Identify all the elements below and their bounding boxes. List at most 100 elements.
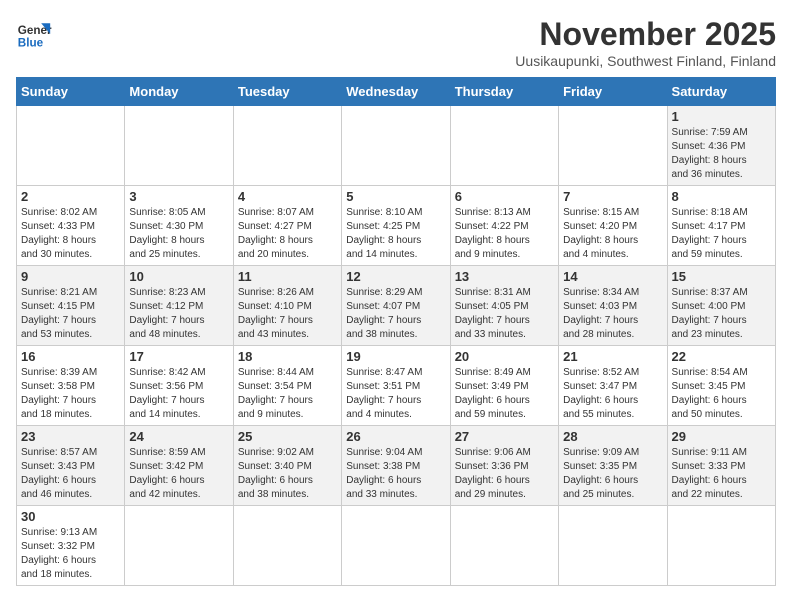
day-info: Sunrise: 8:15 AM Sunset: 4:20 PM Dayligh… [563,206,662,262]
day-info: Sunrise: 8:26 AM Sunset: 4:10 PM Dayligh… [238,286,337,342]
day-info: Sunrise: 8:54 AM Sunset: 3:45 PM Dayligh… [672,366,771,422]
logo: General Blue [16,16,52,52]
day-number: 4 [238,189,337,204]
calendar-week-row: 16 Sunrise: 8:39 AM Sunset: 3:58 PM Dayli… [17,346,776,426]
calendar-cell: 2Sunrise: 8:02 AM Sunset: 4:33 PM Daylig… [17,186,125,266]
calendar-table: SundayMondayTuesdayWednesdayThursdayFrid… [16,77,776,586]
calendar-week-row: 9Sunrise: 8:21 AM Sunset: 4:15 PM Daylig… [17,266,776,346]
calendar-cell: 26 Sunrise: 9:04 AM Sunset: 3:38 PM Dayli… [342,426,450,506]
day-info: Sunrise: 8:57 AM Sunset: 3:43 PM Dayligh… [21,446,120,502]
calendar-cell: 25Sunrise: 9:02 AM Sunset: 3:40 PM Dayli… [233,426,341,506]
day-number: 11 [238,269,337,284]
logo-icon: General Blue [16,16,52,52]
calendar-cell: 12 Sunrise: 8:29 AM Sunset: 4:07 PM Dayli… [342,266,450,346]
day-number: 9 [21,269,120,284]
calendar-cell [233,506,341,586]
calendar-cell: 20Sunrise: 8:49 AM Sunset: 3:49 PM Dayli… [450,346,558,426]
day-info: Sunrise: 9:06 AM Sunset: 3:36 PM Dayligh… [455,446,554,502]
day-number: 21 [563,349,662,364]
calendar-cell: 4Sunrise: 8:07 AM Sunset: 4:27 PM Daylig… [233,186,341,266]
day-info: Sunrise: 9:13 AM Sunset: 3:32 PM Dayligh… [21,526,120,582]
day-number: 27 [455,429,554,444]
calendar-cell: 19 Sunrise: 8:47 AM Sunset: 3:51 PM Dayli… [342,346,450,426]
weekday-header: Friday [559,78,667,106]
header: General Blue November 2025 Uusikaupunki,… [16,16,776,69]
day-number: 7 [563,189,662,204]
day-number: 2 [21,189,120,204]
day-info: Sunrise: 8:37 AM Sunset: 4:00 PM Dayligh… [672,286,771,342]
day-number: 5 [346,189,445,204]
calendar-cell: 13Sunrise: 8:31 AM Sunset: 4:05 PM Dayli… [450,266,558,346]
calendar-cell: 3 Sunrise: 8:05 AM Sunset: 4:30 PM Daylig… [125,186,233,266]
day-info: Sunrise: 7:59 AM Sunset: 4:36 PM Dayligh… [672,126,771,182]
day-info: Sunrise: 8:05 AM Sunset: 4:30 PM Dayligh… [129,206,228,262]
day-number: 3 [129,189,228,204]
day-number: 22 [672,349,771,364]
calendar-cell: 27 Sunrise: 9:06 AM Sunset: 3:36 PM Dayli… [450,426,558,506]
calendar-cell [342,106,450,186]
calendar-cell: 23 Sunrise: 8:57 AM Sunset: 3:43 PM Dayli… [17,426,125,506]
calendar-cell: 16 Sunrise: 8:39 AM Sunset: 3:58 PM Dayli… [17,346,125,426]
calendar-cell: 29 Sunrise: 9:11 AM Sunset: 3:33 PM Dayli… [667,426,775,506]
day-info: Sunrise: 8:29 AM Sunset: 4:07 PM Dayligh… [346,286,445,342]
day-number: 23 [21,429,120,444]
day-number: 24 [129,429,228,444]
calendar-cell [17,106,125,186]
day-info: Sunrise: 9:04 AM Sunset: 3:38 PM Dayligh… [346,446,445,502]
calendar-cell [342,506,450,586]
calendar-cell: 10 Sunrise: 8:23 AM Sunset: 4:12 PM Dayli… [125,266,233,346]
day-info: Sunrise: 8:52 AM Sunset: 3:47 PM Dayligh… [563,366,662,422]
weekday-header: Monday [125,78,233,106]
calendar-cell: 30 Sunrise: 9:13 AM Sunset: 3:32 PM Dayli… [17,506,125,586]
calendar-cell: 8 Sunrise: 8:18 AM Sunset: 4:17 PM Daylig… [667,186,775,266]
calendar-cell [559,506,667,586]
calendar-cell: 11 Sunrise: 8:26 AM Sunset: 4:10 PM Dayli… [233,266,341,346]
svg-text:Blue: Blue [18,37,44,50]
calendar-cell: 5 Sunrise: 8:10 AM Sunset: 4:25 PM Daylig… [342,186,450,266]
day-number: 18 [238,349,337,364]
day-number: 30 [21,509,120,524]
weekday-header: Saturday [667,78,775,106]
calendar-week-row: 23 Sunrise: 8:57 AM Sunset: 3:43 PM Dayli… [17,426,776,506]
calendar-cell: 14Sunrise: 8:34 AM Sunset: 4:03 PM Dayli… [559,266,667,346]
day-info: Sunrise: 8:42 AM Sunset: 3:56 PM Dayligh… [129,366,228,422]
calendar-cell: 7 Sunrise: 8:15 AM Sunset: 4:20 PM Daylig… [559,186,667,266]
day-number: 29 [672,429,771,444]
calendar-cell: 15Sunrise: 8:37 AM Sunset: 4:00 PM Dayli… [667,266,775,346]
calendar-cell: 22 Sunrise: 8:54 AM Sunset: 3:45 PM Dayli… [667,346,775,426]
weekday-header: Thursday [450,78,558,106]
day-info: Sunrise: 8:23 AM Sunset: 4:12 PM Dayligh… [129,286,228,342]
day-info: Sunrise: 8:18 AM Sunset: 4:17 PM Dayligh… [672,206,771,262]
weekday-header-row: SundayMondayTuesdayWednesdayThursdayFrid… [17,78,776,106]
calendar-subtitle: Uusikaupunki, Southwest Finland, Finland [515,53,776,69]
day-info: Sunrise: 8:13 AM Sunset: 4:22 PM Dayligh… [455,206,554,262]
day-info: Sunrise: 8:34 AM Sunset: 4:03 PM Dayligh… [563,286,662,342]
calendar-cell: 24 Sunrise: 8:59 AM Sunset: 3:42 PM Dayli… [125,426,233,506]
day-info: Sunrise: 9:09 AM Sunset: 3:35 PM Dayligh… [563,446,662,502]
day-number: 10 [129,269,228,284]
calendar-cell [233,106,341,186]
calendar-cell: 9Sunrise: 8:21 AM Sunset: 4:15 PM Daylig… [17,266,125,346]
calendar-title: November 2025 [515,16,776,53]
calendar-cell [450,506,558,586]
day-number: 8 [672,189,771,204]
calendar-cell [125,106,233,186]
calendar-cell [667,506,775,586]
day-info: Sunrise: 8:59 AM Sunset: 3:42 PM Dayligh… [129,446,228,502]
day-number: 19 [346,349,445,364]
day-info: Sunrise: 9:11 AM Sunset: 3:33 PM Dayligh… [672,446,771,502]
calendar-week-row: 30 Sunrise: 9:13 AM Sunset: 3:32 PM Dayli… [17,506,776,586]
day-number: 6 [455,189,554,204]
calendar-cell [450,106,558,186]
day-number: 12 [346,269,445,284]
day-info: Sunrise: 8:10 AM Sunset: 4:25 PM Dayligh… [346,206,445,262]
day-number: 17 [129,349,228,364]
day-info: Sunrise: 8:39 AM Sunset: 3:58 PM Dayligh… [21,366,120,422]
calendar-cell: 6 Sunrise: 8:13 AM Sunset: 4:22 PM Daylig… [450,186,558,266]
day-info: Sunrise: 8:47 AM Sunset: 3:51 PM Dayligh… [346,366,445,422]
day-number: 16 [21,349,120,364]
calendar-cell: 21 Sunrise: 8:52 AM Sunset: 3:47 PM Dayli… [559,346,667,426]
calendar-week-row: 1Sunrise: 7:59 AM Sunset: 4:36 PM Daylig… [17,106,776,186]
day-number: 26 [346,429,445,444]
calendar-week-row: 2Sunrise: 8:02 AM Sunset: 4:33 PM Daylig… [17,186,776,266]
